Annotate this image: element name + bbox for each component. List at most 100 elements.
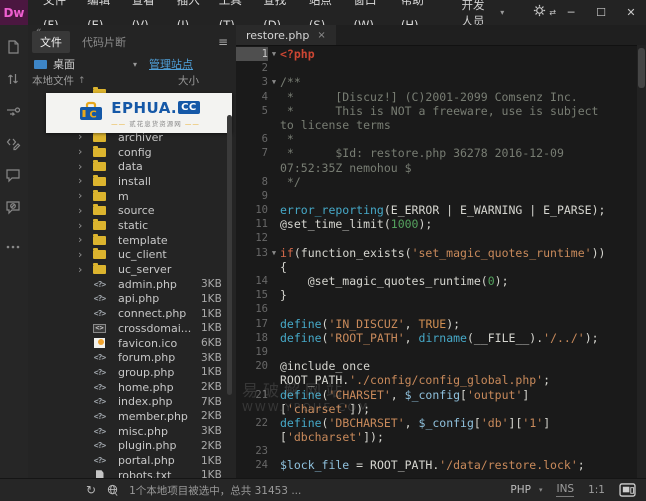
code-text: @include_once <box>280 359 636 373</box>
tree-row-folder[interactable]: › data <box>28 159 232 174</box>
code-line: 17 define('IN_DISCUZ', TRUE); <box>236 317 636 331</box>
tree-row-folder[interactable]: › source <box>28 204 232 219</box>
new-document-icon[interactable] <box>5 39 23 57</box>
panel-menu-icon[interactable]: ≡ <box>218 37 228 47</box>
more-icon[interactable] <box>5 239 23 257</box>
file-name: data <box>118 160 201 173</box>
file-name: index.php <box>118 395 201 408</box>
sync-settings-button[interactable]: ⇄ <box>532 3 556 22</box>
comment-off-icon[interactable] <box>5 199 23 217</box>
code-area[interactable]: 1▼<?php23▼/**4 * [Discuz!] (C)2001-2099 … <box>236 45 636 473</box>
tree-row-file[interactable]: <?>member.php2KB <box>28 409 232 424</box>
transfer-icon[interactable] <box>5 103 23 121</box>
titlebar: Dw 文件(F)编辑(E)查看(V)插入(I)工具(T)查找(D)站点(S)窗口… <box>0 0 646 26</box>
fold-arrow-icon[interactable]: ▼ <box>268 75 280 89</box>
editor-scrollbar-thumb[interactable] <box>638 48 645 88</box>
tab-files[interactable]: 文件 <box>32 31 70 53</box>
fold-arrow-icon[interactable]: ▼ <box>268 246 280 260</box>
panel-scrollbar[interactable] <box>227 115 232 395</box>
get-files-icon[interactable] <box>106 484 119 497</box>
chevron-right-icon[interactable]: › <box>78 234 93 246</box>
tree-row-file[interactable]: <?>forum.php3KB <box>28 350 232 365</box>
chevron-right-icon[interactable]: › <box>78 249 93 261</box>
tree-row-file[interactable]: <?>plugin.php2KB <box>28 439 232 454</box>
site-selector-row: 桌面 ▾ 管理站点 <box>32 55 232 73</box>
code-line: 23 <box>236 444 636 458</box>
chevron-right-icon[interactable]: › <box>78 220 93 232</box>
tree-row-folder[interactable]: › static <box>28 218 232 233</box>
panel-tabs: 文件 代码片断 ≡ <box>28 32 236 52</box>
chevron-right-icon[interactable]: › <box>78 161 93 173</box>
chevron-down-icon[interactable]: ▾ <box>133 60 137 69</box>
line-number: 17 <box>236 317 268 331</box>
tree-row-file[interactable]: <?>admin.php3KB <box>28 277 232 292</box>
tree-row-file[interactable]: favicon.ico6KB <box>28 336 232 351</box>
line-number: 7 <box>236 146 268 160</box>
site-select[interactable]: 桌面 <box>53 56 75 72</box>
tree-row-file[interactable]: <?>group.php1KB <box>28 365 232 380</box>
chevron-right-icon[interactable]: › <box>78 190 93 202</box>
tree-row-folder[interactable]: ›install <box>28 174 232 189</box>
line-number: 8 <box>236 175 268 189</box>
tree-row-file[interactable]: <>crossdomai...1KB <box>28 321 232 336</box>
file-size: 1KB <box>201 308 222 320</box>
close-button[interactable]: ✕ <box>616 0 646 25</box>
chevron-right-icon[interactable]: › <box>78 264 93 276</box>
language-select[interactable]: PHP ▾ <box>510 484 542 496</box>
chevron-right-icon[interactable]: › <box>78 146 93 158</box>
tree-row-folder[interactable]: ›uc_client <box>28 248 232 263</box>
sort-arrow-icon: ↑ <box>78 76 86 86</box>
insert-mode-indicator[interactable]: INS <box>556 483 574 497</box>
tree-row-folder[interactable]: ›config <box>28 145 232 160</box>
tree-row-folder[interactable]: ›uc_server <box>28 262 232 277</box>
device-preview-icon[interactable] <box>619 483 636 497</box>
comment-icon[interactable] <box>5 167 23 185</box>
chevron-right-icon[interactable]: › <box>78 131 93 143</box>
editor-scrollbar-track[interactable] <box>637 45 646 478</box>
file-size: 2KB <box>201 410 222 422</box>
code-editor: restore.php × 1▼<?php23▼/**4 * [Discuz!]… <box>236 25 646 478</box>
code-line-wrap: to license terms <box>236 118 636 132</box>
line-number: 12 <box>236 231 268 245</box>
php-file-icon: <?> <box>93 280 106 289</box>
code-text: error_reporting(E_ERROR | E_WARNING | E_… <box>280 203 636 217</box>
refresh-icon[interactable]: ↻ <box>86 483 96 497</box>
fold-arrow-icon[interactable]: ▼ <box>268 47 280 61</box>
line-number: 14 <box>236 274 268 288</box>
code-text: { <box>280 260 636 274</box>
minimize-button[interactable]: ─ <box>556 0 586 25</box>
tree-row-file[interactable]: <?>misc.php3KB <box>28 424 232 439</box>
close-tab-icon[interactable]: × <box>317 30 325 41</box>
maximize-button[interactable]: ☐ <box>586 0 616 25</box>
tab-snippets[interactable]: 代码片断 <box>74 31 134 53</box>
file-name: home.php <box>118 381 201 394</box>
file-name: static <box>118 219 201 232</box>
tree-row-file[interactable]: <?>index.php7KB <box>28 394 232 409</box>
line-number: 9 <box>236 189 268 203</box>
tree-row-file[interactable]: <?>home.php2KB <box>28 380 232 395</box>
file-size: 6KB <box>201 337 222 349</box>
tree-row-folder[interactable]: ›template <box>28 233 232 248</box>
manage-sites-link[interactable]: 管理站点 <box>149 56 193 72</box>
tool-strip <box>0 25 29 478</box>
document-tab[interactable]: restore.php × <box>236 25 336 45</box>
updown-arrows-icon[interactable] <box>5 71 23 89</box>
line-number <box>236 161 268 175</box>
tree-row-file[interactable]: robots.txt1KB <box>28 468 232 478</box>
file-size: 1KB <box>201 293 222 305</box>
file-size: 3KB <box>201 352 222 364</box>
chevron-right-icon[interactable]: › <box>78 205 93 217</box>
tree-row-file[interactable]: <?>portal.php1KB <box>28 453 232 468</box>
toolbox-logo-icon: C <box>78 100 104 126</box>
code-text: define('IN_DISCUZ', TRUE); <box>280 317 636 331</box>
tree-row-folder[interactable]: ›m <box>28 189 232 204</box>
line-number: 22 <box>236 416 268 430</box>
chevron-right-icon[interactable]: › <box>78 175 93 187</box>
tree-row-file[interactable]: <?>api.php1KB <box>28 292 232 307</box>
line-number: 19 <box>236 345 268 359</box>
tree-row-file[interactable]: <?>connect.php1KB <box>28 306 232 321</box>
code-text: 07:52:35Z nemohou $ <box>280 161 636 175</box>
folder-icon <box>93 133 106 142</box>
file-name: source <box>118 204 201 217</box>
code-edit-icon[interactable] <box>5 135 23 153</box>
